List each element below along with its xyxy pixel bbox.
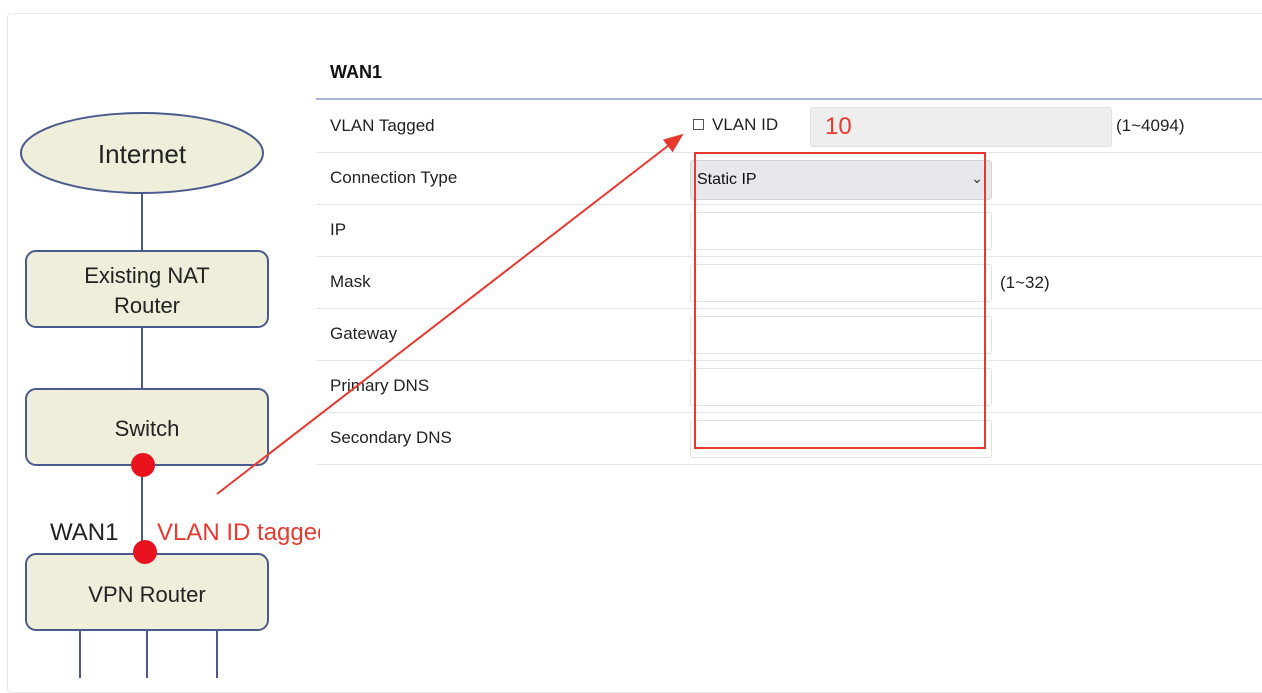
internet-label: Internet <box>98 139 187 169</box>
vlan-id-checkbox[interactable] <box>693 119 704 130</box>
mask-range: (1~32) <box>1000 273 1050 292</box>
row-connection-type: Connection Type Static IP ⌄ <box>316 153 1262 205</box>
secondary-dns-input[interactable] <box>690 420 992 458</box>
connection-type-label: Connection Type <box>330 168 458 187</box>
row-ip: IP <box>316 205 1262 257</box>
mask-input[interactable] <box>690 264 992 302</box>
ip-label: IP <box>330 220 347 239</box>
primary-dns-input[interactable] <box>690 368 992 406</box>
ip-input[interactable] <box>690 212 992 250</box>
vpn-router-label: VPN Router <box>88 582 205 607</box>
vlan-tagged-label: VLAN Tagged <box>330 116 435 135</box>
connection-type-select[interactable]: Static IP ⌄ <box>690 160 992 200</box>
secondary-dns-label: Secondary DNS <box>330 428 452 447</box>
row-secondary-dns: Secondary DNS <box>316 413 1262 465</box>
row-vlan-tagged: VLAN Tagged VLAN ID 10 (1~4094) <box>316 101 1262 153</box>
row-mask: Mask (1~32) <box>316 257 1262 309</box>
switch-label: Switch <box>115 416 180 441</box>
row-primary-dns: Primary DNS <box>316 361 1262 413</box>
chevron-down-icon: ⌄ <box>971 170 983 186</box>
vlan-id-range: (1~4094) <box>1116 116 1185 135</box>
nat-router-label-line2: Router <box>114 293 180 318</box>
wan1-port-dot <box>133 540 157 564</box>
primary-dns-label: Primary DNS <box>330 376 430 395</box>
row-gateway: Gateway <box>316 309 1262 361</box>
vlan-tag-annotation: VLAN ID tagged 10 <box>157 519 320 546</box>
gateway-input[interactable] <box>690 316 992 354</box>
form-title: WAN1 <box>330 62 383 82</box>
vlan-id-input[interactable]: 10 <box>810 107 1112 147</box>
gateway-label: Gateway <box>330 324 398 343</box>
switch-port-dot <box>131 453 155 477</box>
network-diagram: Internet Existing NAT Router Switch VPN … <box>20 112 320 678</box>
wan1-label: WAN1 <box>50 519 118 546</box>
title-divider <box>316 98 1262 100</box>
connection-type-value: Static IP <box>697 171 757 188</box>
mask-label: Mask <box>330 272 371 291</box>
nat-router-label-line1: Existing NAT <box>84 263 210 288</box>
vlan-id-checkbox-label: VLAN ID <box>712 115 779 134</box>
